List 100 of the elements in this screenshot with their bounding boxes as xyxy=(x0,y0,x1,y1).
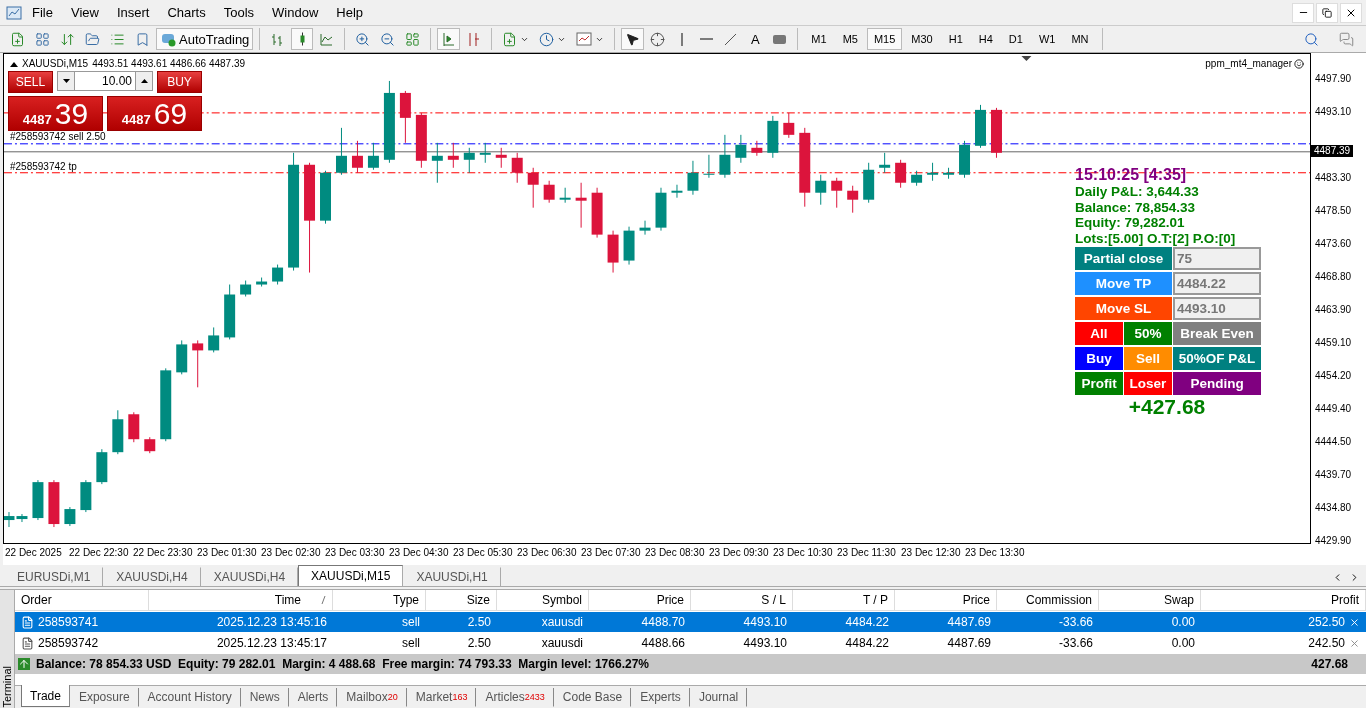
column-header[interactable]: T / P xyxy=(793,590,895,611)
column-header[interactable]: S / L xyxy=(691,590,793,611)
sell-price-button[interactable]: 4487 39 xyxy=(8,96,103,131)
time-label: 23 Dec 04:30 xyxy=(389,547,449,558)
terminal-tab[interactable]: Experts xyxy=(631,688,690,707)
account-info: Daily P&L: 3,644.33 xyxy=(1075,184,1200,200)
close-button[interactable] xyxy=(1340,2,1362,23)
profiles-icon xyxy=(35,31,50,47)
chart-tab[interactable]: XAUUSDi,H1 xyxy=(403,567,501,586)
total-profit: +427.68 xyxy=(1127,395,1207,419)
column-header[interactable]: Price xyxy=(895,590,997,611)
price-label: 4449.40 xyxy=(1315,403,1352,415)
buy-button[interactable]: BUY xyxy=(157,71,202,93)
column-header[interactable]: Profit xyxy=(1201,590,1366,611)
terminal-tab[interactable]: Journal xyxy=(689,688,748,707)
column-header[interactable]: Order xyxy=(15,590,149,611)
timeframe-button[interactable]: D1 xyxy=(1001,28,1030,50)
cursor-icon xyxy=(625,31,641,47)
column-header[interactable]: Price xyxy=(589,590,691,611)
candle xyxy=(559,187,571,204)
timeframe-button[interactable]: W1 xyxy=(1031,28,1063,50)
value-field[interactable]: 75 xyxy=(1173,247,1261,270)
chart-tab[interactable]: XAUUSDi,H4 xyxy=(103,567,201,586)
value-field[interactable]: 4493.10 xyxy=(1173,297,1261,320)
table-cell: 2.50 xyxy=(467,615,491,629)
column-header[interactable]: Time xyxy=(149,590,333,611)
price-label: 4444.50 xyxy=(1315,436,1352,448)
timeframe-button[interactable]: H1 xyxy=(941,28,970,50)
timeframe-button[interactable]: M5 xyxy=(835,28,865,50)
candle xyxy=(879,152,891,174)
text-tool-button[interactable]: A xyxy=(744,28,767,50)
chart-tab[interactable]: XAUUSDi,M15 xyxy=(298,565,404,586)
menu-item[interactable]: Charts xyxy=(159,5,214,20)
terminal-tab[interactable]: Account History xyxy=(138,688,241,707)
order-row[interactable]: 258593741 2025.12.23 13:45:16 sell 2.50 xauusdi 4488.70 4493.10 4484.22 4487.69 -33.66 0.00 252.50 xyxy=(15,612,1366,632)
candle xyxy=(927,162,939,182)
candle xyxy=(463,147,475,174)
sell-button[interactable]: SELL xyxy=(8,71,53,93)
timeframe-button[interactable]: M15 xyxy=(866,28,903,50)
timeframe-button[interactable]: M1 xyxy=(804,28,834,50)
action-button[interactable]: 50%OF P&L xyxy=(1173,347,1261,370)
cursor-button[interactable] xyxy=(621,28,645,50)
candle xyxy=(48,479,60,528)
chart-tab[interactable]: EURUSDi,M1 xyxy=(4,567,104,586)
action-button[interactable]: Profit xyxy=(1075,372,1123,395)
action-button[interactable]: Partial close xyxy=(1075,247,1172,270)
price-label: 4483.30 xyxy=(1315,172,1352,184)
action-button[interactable]: Break Even xyxy=(1173,322,1261,345)
horizontal-line-icon xyxy=(699,38,713,40)
terminal-tab[interactable]: News xyxy=(240,688,289,707)
column-header[interactable]: Size xyxy=(426,590,497,611)
terminal-tab[interactable]: Alerts xyxy=(288,688,338,707)
increase-icon[interactable] xyxy=(140,79,148,83)
candle xyxy=(959,140,970,179)
column-header[interactable]: Type xyxy=(333,590,426,611)
menu-item[interactable]: Window xyxy=(264,5,327,20)
menu-item[interactable]: File xyxy=(24,5,61,20)
menu-item[interactable]: Insert xyxy=(108,5,158,20)
terminal-tab[interactable]: Exposure xyxy=(69,688,139,707)
table-cell: 242.50 xyxy=(1308,636,1345,650)
time-label: 23 Dec 10:30 xyxy=(773,547,833,558)
candle xyxy=(32,479,44,521)
restore-button[interactable] xyxy=(1316,2,1338,23)
candle xyxy=(991,107,1002,159)
menu-item[interactable]: Help xyxy=(328,5,372,20)
candlestick-button[interactable] xyxy=(291,28,314,50)
decrease-icon[interactable] xyxy=(62,79,70,83)
candle xyxy=(192,339,204,388)
action-button[interactable]: Loser xyxy=(1124,372,1172,395)
menu-item[interactable]: Tools xyxy=(215,5,263,20)
autotrading-button[interactable]: AutoTrading xyxy=(156,28,254,50)
action-button[interactable]: All xyxy=(1075,322,1123,345)
decrease-button[interactable] xyxy=(57,71,75,91)
candle xyxy=(336,127,347,176)
column-header[interactable]: Swap xyxy=(1099,590,1201,611)
auto-scroll-button[interactable] xyxy=(437,28,461,50)
column-header[interactable]: Symbol xyxy=(497,590,589,611)
action-button[interactable]: Pending xyxy=(1173,372,1261,395)
menu-item[interactable]: View xyxy=(62,5,107,20)
timeframe-button[interactable]: MN xyxy=(1064,28,1096,50)
buy-price-button[interactable]: 4487 69 xyxy=(107,96,202,131)
increase-button[interactable] xyxy=(135,71,153,91)
account-info: Equity: 79,282.01 xyxy=(1075,215,1186,231)
column-header[interactable]: Commission xyxy=(997,590,1099,611)
table-cell: sell xyxy=(402,615,420,629)
timeframe-button[interactable]: M30 xyxy=(904,28,940,50)
clock-text: 15:10:25 [4:35] xyxy=(1075,166,1188,184)
action-button[interactable]: 50% xyxy=(1124,322,1172,345)
terminal-tab[interactable]: Code Base xyxy=(553,688,632,707)
price-label: 4497.90 xyxy=(1315,73,1352,85)
terminal-tab[interactable]: Trade xyxy=(21,685,70,707)
action-button[interactable]: Buy xyxy=(1075,347,1123,370)
value-field[interactable]: 4484.22 xyxy=(1173,272,1261,295)
close-order-icon[interactable] xyxy=(1349,616,1360,628)
timeframe-button[interactable]: H4 xyxy=(971,28,1000,50)
candle xyxy=(623,226,635,266)
volume-field[interactable]: 10.00 xyxy=(75,71,135,91)
table-cell: 4493.10 xyxy=(743,636,787,650)
candle xyxy=(80,479,92,513)
close-order-icon[interactable] xyxy=(1349,637,1360,649)
